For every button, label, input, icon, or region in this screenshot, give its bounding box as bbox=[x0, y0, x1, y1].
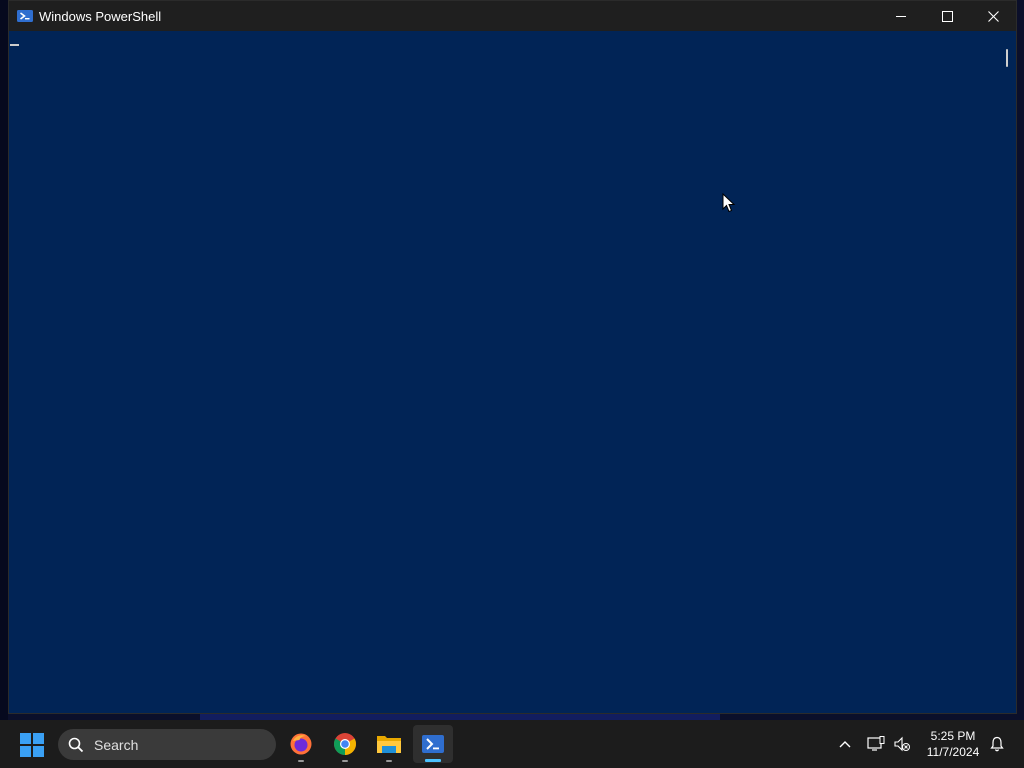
running-indicator bbox=[342, 760, 348, 762]
start-button[interactable] bbox=[20, 733, 44, 757]
windows-logo-icon bbox=[20, 733, 31, 744]
text-cursor bbox=[10, 44, 19, 46]
console-area[interactable] bbox=[9, 31, 1002, 713]
title-bar[interactable]: Windows PowerShell bbox=[9, 1, 1016, 31]
minimize-icon bbox=[895, 11, 907, 22]
taskbar-search[interactable]: Search bbox=[58, 729, 276, 760]
running-indicator bbox=[386, 760, 392, 762]
taskbar-app-chrome[interactable] bbox=[325, 725, 365, 763]
show-hidden-icons-button[interactable] bbox=[834, 720, 856, 768]
notifications-button[interactable] bbox=[986, 720, 1008, 768]
search-label: Search bbox=[94, 736, 139, 753]
network-icon bbox=[867, 736, 885, 751]
scrollbar-thumb[interactable] bbox=[1006, 49, 1008, 67]
window-title: Windows PowerShell bbox=[39, 8, 162, 24]
search-icon bbox=[68, 737, 84, 752]
volume-button[interactable] bbox=[890, 720, 914, 768]
clock-time: 5:25 PM bbox=[930, 729, 976, 743]
chrome-icon bbox=[334, 733, 356, 755]
clock[interactable]: 5:25 PM 11/7/2024 bbox=[922, 728, 984, 760]
taskbar-app-powershell[interactable] bbox=[413, 725, 453, 763]
taskbar: Search 5:25 PM 11/7/2024 bbox=[0, 720, 1024, 768]
window-controls bbox=[878, 1, 1016, 31]
mouse-pointer-icon bbox=[722, 193, 736, 213]
taskbar-app-firefox[interactable] bbox=[281, 725, 321, 763]
maximize-button[interactable] bbox=[924, 1, 970, 31]
clock-date: 11/7/2024 bbox=[926, 745, 980, 759]
console-scrollbar[interactable] bbox=[1000, 31, 1016, 713]
running-indicator bbox=[298, 760, 304, 762]
close-button[interactable] bbox=[970, 1, 1016, 31]
desktop-edge bbox=[0, 0, 8, 720]
network-status-button[interactable] bbox=[864, 720, 888, 768]
powershell-icon bbox=[17, 8, 33, 24]
taskbar-app-file-explorer[interactable] bbox=[369, 725, 409, 763]
powershell-icon bbox=[422, 735, 444, 753]
volume-muted-icon bbox=[894, 736, 910, 752]
close-icon bbox=[987, 10, 999, 22]
folder-icon bbox=[377, 736, 401, 753]
chevron-up-icon bbox=[839, 741, 851, 748]
active-indicator bbox=[425, 759, 441, 762]
bell-icon bbox=[990, 736, 1004, 752]
maximize-icon bbox=[941, 10, 953, 22]
powershell-window[interactable]: Windows PowerShell bbox=[8, 0, 1017, 714]
minimize-button[interactable] bbox=[878, 1, 924, 31]
firefox-icon bbox=[290, 733, 312, 755]
